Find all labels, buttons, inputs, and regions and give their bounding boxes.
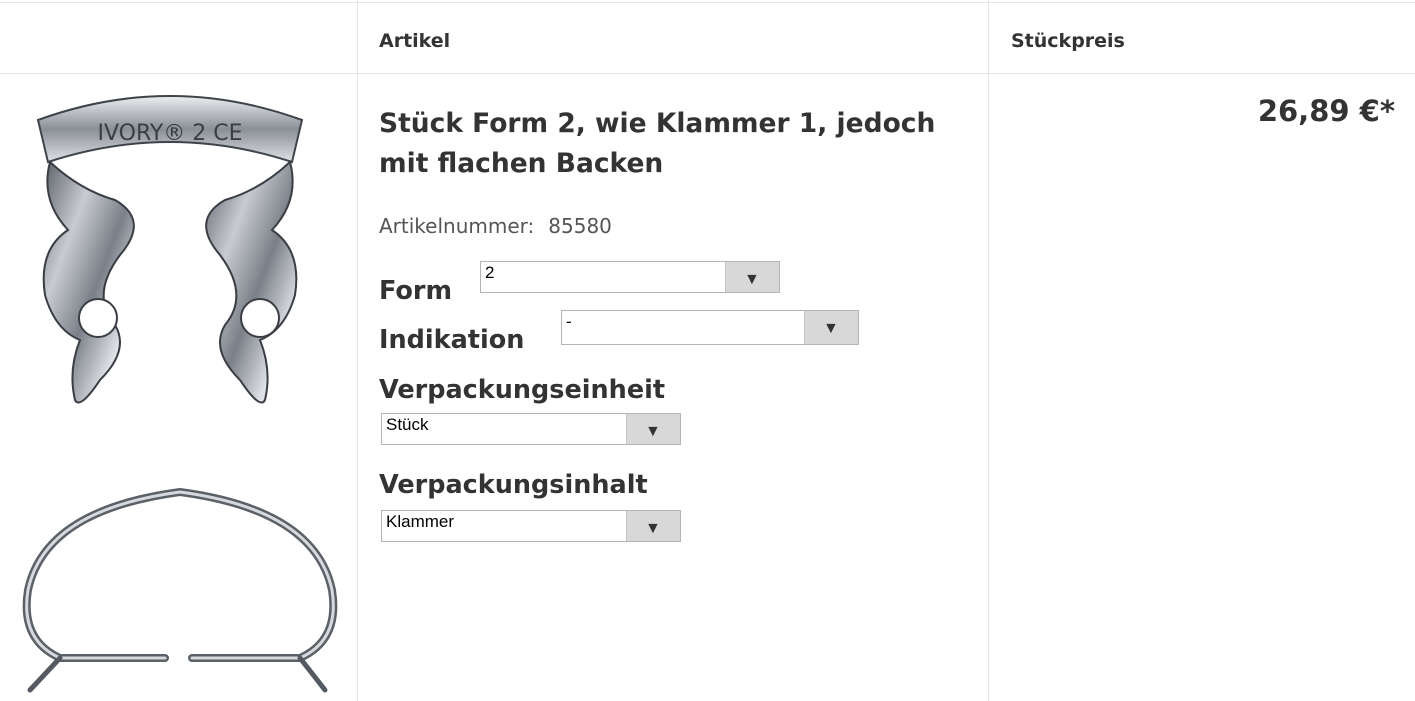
row-divider	[0, 2, 1415, 3]
verpackungseinheit-select-value: Stück	[386, 415, 429, 434]
image-engraving: IVORY® 2 CE	[97, 121, 242, 146]
option-label-form: Form	[379, 276, 453, 306]
triangle-down-icon: ▼	[823, 320, 839, 337]
column-divider	[988, 0, 989, 701]
triangle-down-icon: ▼	[744, 271, 760, 288]
column-header-unit-price: Stückpreis	[1011, 30, 1125, 52]
product-title: Stück Form 2, wie Klammer 1, jedoch mit …	[379, 108, 936, 179]
form-select-toggle[interactable]: ▼	[725, 262, 779, 292]
indikation-select[interactable]: - ▼	[561, 310, 859, 345]
triangle-down-icon: ▼	[645, 520, 661, 537]
verpackungseinheit-select-toggle[interactable]: ▼	[626, 414, 680, 444]
option-label-indikation: Indikation	[379, 325, 525, 355]
row-divider	[0, 73, 1415, 74]
verpackungsinhalt-select-toggle[interactable]: ▼	[626, 511, 680, 541]
verpackungsinhalt-select-value: Klammer	[386, 512, 455, 531]
article-number: Artikelnummer: 85580	[379, 214, 612, 238]
column-divider	[357, 0, 358, 701]
indikation-select-toggle[interactable]: ▼	[804, 311, 858, 344]
unit-price: 26,89 €*	[1257, 94, 1395, 128]
option-label-verpackungseinheit: Verpackungseinheit	[379, 375, 666, 405]
triangle-down-icon: ▼	[645, 423, 661, 440]
form-select-value: 2	[485, 263, 495, 282]
form-select[interactable]: 2 ▼	[480, 261, 780, 293]
verpackungsinhalt-select[interactable]: Klammer ▼	[381, 510, 681, 542]
article-number-label: Artikelnummer:	[379, 214, 535, 238]
product-image[interactable]: IVORY® 2 CE	[20, 80, 340, 701]
column-header-article: Artikel	[379, 30, 451, 52]
verpackungseinheit-select[interactable]: Stück ▼	[381, 413, 681, 445]
indikation-select-value: -	[566, 312, 572, 331]
option-label-verpackungsinhalt: Verpackungsinhalt	[379, 470, 648, 500]
article-number-value: 85580	[548, 214, 612, 238]
